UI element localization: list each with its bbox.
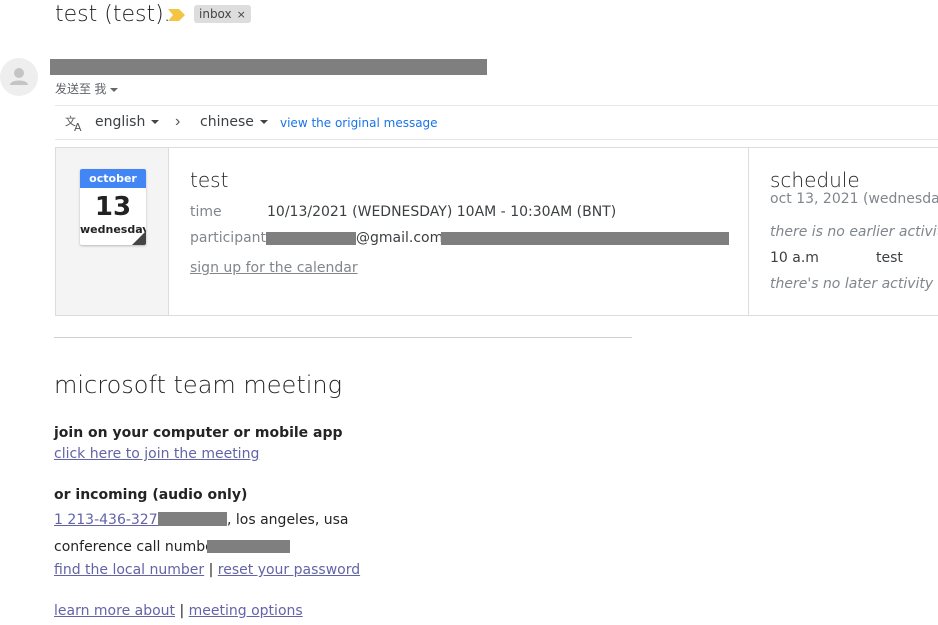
source-language-select[interactable]: english [95,114,160,130]
meeting-options-link[interactable]: meeting options [189,603,303,619]
conference-label: conference call number: [54,539,224,555]
invite-details: test time 10/13/2021 (WEDNESDAY) 10AM - … [169,148,749,315]
join-meeting-link[interactable]: click here to join the meeting [54,446,259,462]
join-heading: join on your computer or mobile app [54,425,343,441]
redacted-sender [50,59,487,75]
chevron-right-icon: › [175,113,181,130]
redacted-participant-name [266,232,356,245]
calendar-day: 13 [94,192,132,222]
invite-date-panel: october 13 wednesday [56,148,169,315]
translate-bar: 文 A english › chinese view the original … [55,105,938,140]
no-later-activity: there's no later activity [770,276,934,292]
recipient-text: 发送至 我 [55,82,107,96]
phone-number-link[interactable]: 1 213-436-3272, [54,512,171,528]
importance-marker-icon[interactable] [168,9,185,21]
reset-password-link[interactable]: reset your password [218,562,360,578]
event-title[interactable]: test [190,168,228,192]
learn-more-link[interactable]: learn more about [54,603,175,619]
recipient-line[interactable]: 发送至 我 [55,80,119,97]
page-curl-icon [132,231,146,245]
chevron-down-icon [259,120,268,124]
calendar-icon: october 13 wednesday [80,169,146,245]
phone-location: , los angeles, usa [227,512,349,528]
email-subject: test (test). [55,2,171,27]
view-original-link[interactable]: view the original message [280,116,438,130]
target-language-label: chinese [200,114,254,130]
svg-text:A: A [74,121,82,132]
remove-label-icon[interactable]: × [237,8,246,21]
calendar-month: october [80,169,146,188]
teams-meeting-title: microsoft team meeting [54,371,343,399]
body-divider [54,337,632,338]
label-chip-text: inbox [199,7,232,21]
local-number-links: find the local number | reset your passw… [54,561,360,579]
target-language-select[interactable]: chinese [200,114,268,130]
schedule-event-name[interactable]: test [876,250,903,266]
link-separator: | [179,603,185,619]
audio-heading: or incoming (audio only) [54,487,248,503]
calendar-invite-card: october 13 wednesday test time 10/13/202… [55,147,938,316]
link-separator: | [208,562,214,578]
redacted-phone-pin [158,512,227,526]
time-value: 10/13/2021 (WEDNESDAY) 10AM - 10:30AM (B… [267,204,617,220]
sender-avatar[interactable] [0,58,38,96]
chevron-down-icon [151,120,160,124]
translate-icon: 文 A [65,114,82,132]
schedule-date: oct 13, 2021 (wednesday) [770,191,938,207]
label-chip-inbox[interactable]: inbox × [194,5,251,23]
redacted-participant-list [441,232,729,245]
find-local-number-link[interactable]: find the local number [54,562,204,578]
schedule-event-time: 10 a.m [770,250,819,266]
chevron-down-icon[interactable] [110,87,119,92]
participant-label: participant [190,230,267,246]
person-icon [10,68,28,85]
no-earlier-activity: there is no earlier activity [770,224,938,240]
source-language-label: english [95,114,146,130]
schedule-title: schedule [770,168,860,192]
redacted-conference-id [207,540,290,553]
time-label: time [190,204,222,220]
schedule-panel: schedule oct 13, 2021 (wednesday) there … [749,148,938,315]
signup-calendar-link[interactable]: sign up for the calendar [190,260,358,276]
footer-links: learn more about | meeting options [54,602,303,620]
participant-email-domain: @gmail.com, [356,230,448,246]
